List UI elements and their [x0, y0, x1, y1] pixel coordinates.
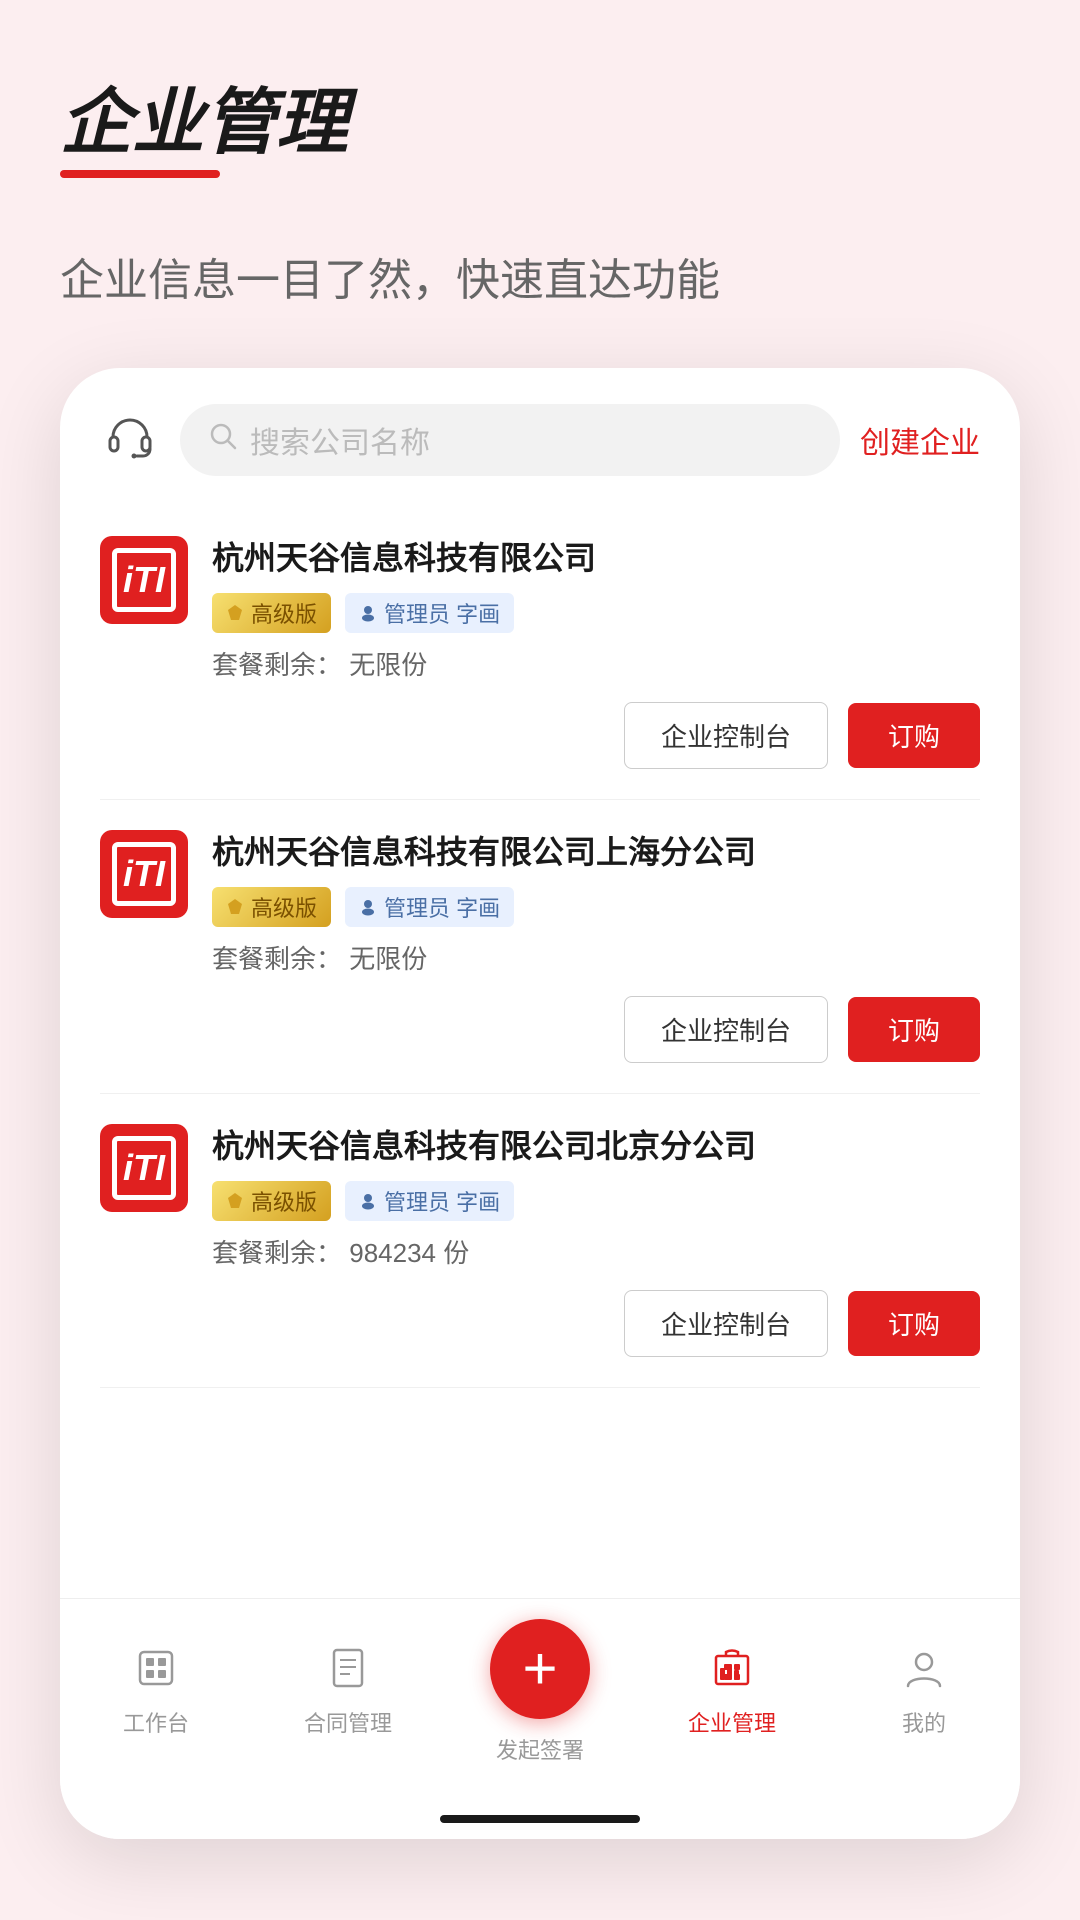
company-info: 杭州天谷信息科技有限公司北京分公司 高级版 管理员 字画 [212, 1124, 980, 1270]
company-quota: 套餐剩余： 984234 份 [212, 1233, 980, 1270]
role-text: 管理员 字画 [384, 891, 500, 923]
console-button[interactable]: 企业控制台 [624, 702, 828, 769]
company-header: iTI 杭州天谷信息科技有限公司上海分公司 高级版 管理员 [100, 830, 980, 976]
contract-icon [326, 1646, 370, 1698]
premium-tag: 高级版 [212, 1181, 331, 1221]
company-logo-inner: iTI [112, 548, 176, 612]
level-text: 高级版 [251, 597, 317, 629]
search-icon [208, 421, 238, 459]
workbench-icon [134, 1646, 178, 1698]
quota-label: 套餐剩余： [212, 1238, 342, 1268]
order-button[interactable]: 订购 [848, 1291, 980, 1356]
level-text: 高级版 [251, 1185, 317, 1217]
company-card: iTI 杭州天谷信息科技有限公司上海分公司 高级版 管理员 [100, 800, 980, 1094]
nav-item-sign[interactable]: + 发起签署 [444, 1619, 636, 1765]
premium-tag: 高级版 [212, 887, 331, 927]
quota-value: 无限份 [349, 944, 427, 974]
nav-item-workbench[interactable]: 工作台 [60, 1646, 252, 1738]
page-title-block: 企业管理 [60, 80, 1020, 178]
company-info: 杭州天谷信息科技有限公司上海分公司 高级版 管理员 字画 [212, 830, 980, 976]
company-info: 杭州天谷信息科技有限公司 高级版 管理员 字画 [212, 536, 980, 682]
profile-icon [902, 1646, 946, 1698]
manager-tag: 管理员 字画 [345, 593, 514, 633]
phone-top-bar: 搜索公司名称 创建企业 [60, 368, 1020, 496]
company-tags: 高级版 管理员 字画 [212, 887, 980, 927]
console-button[interactable]: 企业控制台 [624, 1290, 828, 1357]
company-actions: 企业控制台 订购 [100, 996, 980, 1063]
order-button[interactable]: 订购 [848, 703, 980, 768]
title-underline [60, 170, 220, 178]
nav-item-contract[interactable]: 合同管理 [252, 1646, 444, 1738]
workbench-label: 工作台 [123, 1706, 189, 1738]
console-button[interactable]: 企业控制台 [624, 996, 828, 1063]
search-bar[interactable]: 搜索公司名称 [180, 404, 840, 476]
company-tags: 高级版 管理员 字画 [212, 593, 980, 633]
company-header: iTI 杭州天谷信息科技有限公司 高级版 管理员 字画 [100, 536, 980, 682]
company-logo-inner: iTI [112, 1136, 176, 1200]
page-title: 企业管理 [60, 80, 348, 178]
enterprise-icon [710, 1646, 754, 1698]
company-logo-inner: iTI [112, 842, 176, 906]
phone-mockup: 搜索公司名称 创建企业 iTI 杭州天谷信息科技有限公司 [60, 368, 1020, 1838]
bottom-indicator-wrapper [60, 1805, 1020, 1839]
premium-tag: 高级版 [212, 593, 331, 633]
home-indicator [440, 1815, 640, 1823]
manager-tag: 管理员 字画 [345, 1181, 514, 1221]
company-name: 杭州天谷信息科技有限公司北京分公司 [212, 1124, 980, 1169]
company-name: 杭州天谷信息科技有限公司 [212, 536, 980, 581]
search-placeholder-text: 搜索公司名称 [250, 418, 430, 462]
role-text: 管理员 字画 [384, 597, 500, 629]
company-logo: iTI [100, 1124, 188, 1212]
company-name: 杭州天谷信息科技有限公司上海分公司 [212, 830, 980, 875]
company-header: iTI 杭州天谷信息科技有限公司北京分公司 高级版 管理员 [100, 1124, 980, 1270]
company-card: iTI 杭州天谷信息科技有限公司 高级版 管理员 字画 [100, 506, 980, 800]
page-subtitle: 企业信息一目了然，快速直达功能 [60, 244, 1020, 308]
profile-label: 我的 [902, 1706, 946, 1738]
quota-value: 无限份 [349, 650, 427, 680]
bottom-nav: 工作台 合同管理 + 发起签署 [60, 1598, 1020, 1805]
company-card: iTI 杭州天谷信息科技有限公司北京分公司 高级版 管理员 [100, 1094, 980, 1388]
quota-value: 984234 份 [349, 1238, 469, 1268]
quota-label: 套餐剩余： [212, 944, 342, 974]
page-title-text: 企业管理 [60, 83, 348, 163]
page-container: 企业管理 企业信息一目了然，快速直达功能 [0, 0, 1080, 1920]
contract-label: 合同管理 [304, 1706, 392, 1738]
sign-label: 发起签署 [496, 1733, 584, 1765]
company-actions: 企业控制台 订购 [100, 1290, 980, 1357]
list-spacer [100, 1388, 980, 1588]
company-quota: 套餐剩余： 无限份 [212, 939, 980, 976]
logo-text: iTI [123, 1147, 165, 1189]
create-enterprise-button[interactable]: 创建企业 [860, 418, 980, 462]
company-logo: iTI [100, 536, 188, 624]
plus-icon: + [522, 1639, 557, 1699]
nav-item-enterprise[interactable]: 企业管理 [636, 1646, 828, 1738]
support-icon[interactable] [100, 410, 160, 470]
company-tags: 高级版 管理员 字画 [212, 1181, 980, 1221]
company-quota: 套餐剩余： 无限份 [212, 645, 980, 682]
logo-text: iTI [123, 559, 165, 601]
company-list: iTI 杭州天谷信息科技有限公司 高级版 管理员 字画 [60, 496, 1020, 1597]
company-logo: iTI [100, 830, 188, 918]
sign-center-button[interactable]: + [490, 1619, 590, 1719]
logo-text: iTI [123, 853, 165, 895]
enterprise-label: 企业管理 [688, 1706, 776, 1738]
nav-item-profile[interactable]: 我的 [828, 1646, 1020, 1738]
order-button[interactable]: 订购 [848, 997, 980, 1062]
company-actions: 企业控制台 订购 [100, 702, 980, 769]
role-text: 管理员 字画 [384, 1185, 500, 1217]
manager-tag: 管理员 字画 [345, 887, 514, 927]
level-text: 高级版 [251, 891, 317, 923]
quota-label: 套餐剩余： [212, 650, 342, 680]
